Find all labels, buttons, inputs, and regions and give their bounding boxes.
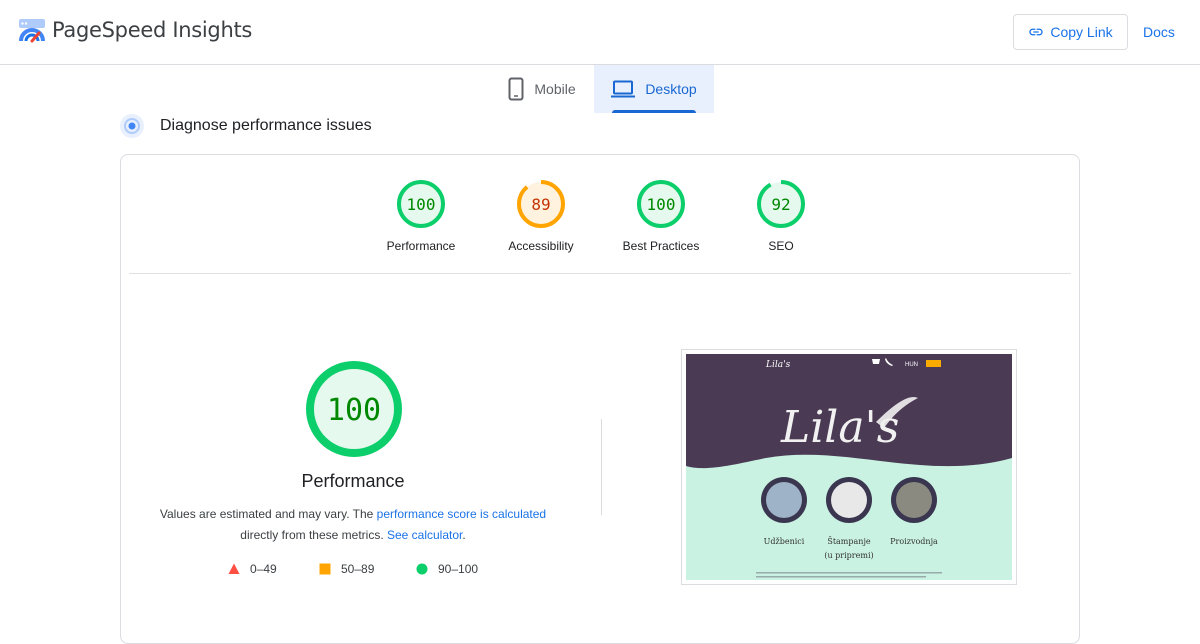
legend-average: 50–89: [319, 562, 374, 576]
lang-switch: HUN: [905, 362, 918, 368]
gauge-best-practices: 100: [637, 180, 685, 228]
legend-pass: 90–100: [416, 562, 478, 576]
main-gauge-value: 100: [327, 393, 381, 428]
gauge-seo: 92: [757, 180, 805, 228]
triangle-icon: [228, 563, 240, 574]
hero-brand: Lila's: [780, 402, 899, 453]
copy-link-button[interactable]: Copy Link: [1013, 14, 1128, 50]
score-best-practices[interactable]: 100 Best Practices: [601, 179, 721, 253]
tab-mobile[interactable]: Mobile: [490, 65, 594, 113]
gauge-value: 89: [531, 195, 550, 214]
lang-flag: [926, 360, 941, 367]
footer-text-line: [756, 572, 942, 574]
vertical-separator: [601, 419, 602, 515]
category-label: Štampanje: [827, 537, 871, 546]
category-sublabel: (u pripremi): [824, 551, 873, 560]
category-label: Udžbenici: [764, 537, 805, 546]
tab-desktop-label: Desktop: [645, 81, 697, 97]
link-icon: [1029, 28, 1044, 36]
tab-mobile-label: Mobile: [534, 81, 576, 97]
report-card: 100 Performance 89 Accessibility 100 Bes…: [120, 154, 1080, 644]
desc-text: .: [462, 528, 466, 542]
nav-brand: Lila's: [765, 360, 791, 370]
desc-text: directly from these metrics.: [240, 528, 387, 542]
main-performance-gauge: 100: [306, 361, 402, 457]
square-icon: [319, 563, 331, 575]
page-screenshot-frame: Lila's HUN Lila's Udžbenici Štampanje (u…: [681, 349, 1017, 585]
legend-range: 50–89: [341, 562, 375, 576]
gauge-label: Performance: [386, 239, 456, 253]
circle-icon: [416, 563, 428, 575]
category-image: [766, 482, 802, 518]
score-accessibility[interactable]: 89 Accessibility: [481, 179, 601, 253]
score-seo[interactable]: 92 SEO: [721, 179, 841, 253]
footer-text-line: [756, 576, 926, 578]
gauge-label: SEO: [768, 239, 794, 253]
see-calculator-link[interactable]: See calculator: [387, 528, 462, 542]
card-divider: [129, 273, 1071, 274]
gauge-value: 100: [647, 195, 676, 214]
laptop-icon: [611, 80, 636, 98]
screenshot-artwork: Lila's HUN Lila's Udžbenici Štampanje (u…: [686, 354, 1012, 578]
category-label: Proizvodnja: [890, 537, 938, 546]
gauge-performance: 100: [397, 180, 445, 228]
main-gauge-label: Performance: [301, 471, 405, 491]
gauge-value: 92: [771, 195, 790, 214]
app-title: PageSpeed Insights: [52, 18, 253, 42]
legend-range: 0–49: [250, 562, 277, 576]
score-description: Values are estimated and may vary. The p…: [141, 504, 565, 546]
gauge-label: Best Practices: [622, 239, 700, 253]
legend-range: 90–100: [438, 562, 479, 576]
gauge-label: Accessibility: [508, 239, 574, 253]
copy-link-label: Copy Link: [1050, 24, 1113, 40]
tab-selected-indicator: [612, 110, 696, 113]
page-screenshot: Lila's HUN Lila's Udžbenici Štampanje (u…: [686, 354, 1012, 580]
tab-desktop[interactable]: Desktop: [594, 65, 714, 113]
category-image: [831, 482, 867, 518]
score-performance[interactable]: 100 Performance: [361, 179, 481, 253]
pagespeed-logo-icon: [19, 19, 45, 43]
top-header: PageSpeed Insights Copy Link Docs: [0, 0, 1200, 65]
smartphone-icon: [508, 77, 524, 101]
performance-score-link[interactable]: performance score is calculated: [377, 507, 546, 521]
category-image: [896, 482, 932, 518]
cart-icon: [872, 359, 880, 364]
diagnose-icon: [120, 114, 144, 138]
docs-link[interactable]: Docs: [1143, 24, 1175, 40]
gauge-value: 100: [407, 195, 436, 214]
diagnose-title: Diagnose performance issues: [160, 117, 372, 134]
legend-fail: 0–49: [228, 562, 277, 576]
gauge-accessibility: 89: [517, 180, 565, 228]
desc-text: Values are estimated and may vary. The: [159, 507, 377, 521]
